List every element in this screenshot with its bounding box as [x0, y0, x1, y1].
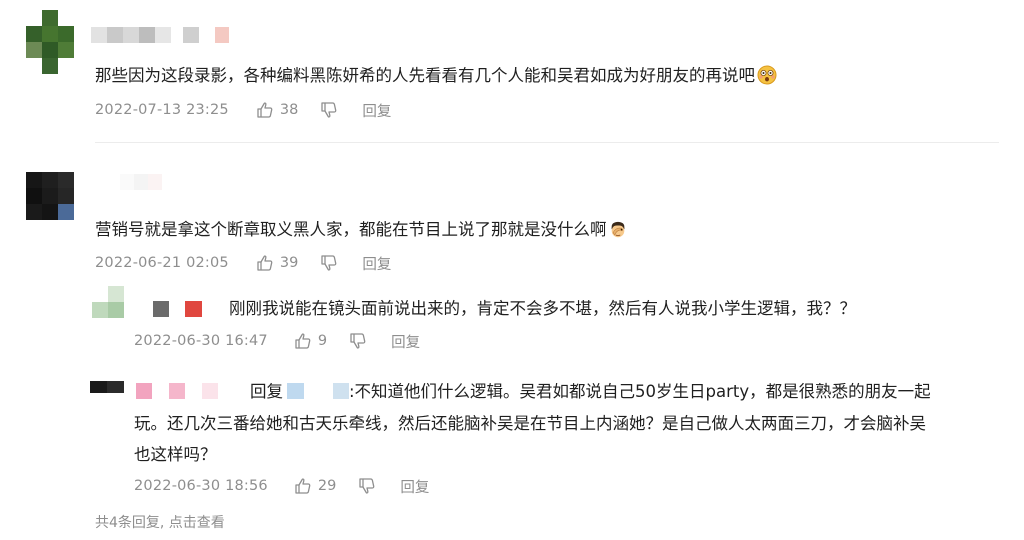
comment-text: 营销号就是拿这个断章取义黑人家，都能在节目上说了那就是没什么啊: [95, 214, 627, 250]
reply-button[interactable]: 回复: [400, 476, 429, 497]
thumbs-up-icon: [294, 477, 312, 495]
view-more-replies-link[interactable]: 共4条回复, 点击查看: [95, 512, 225, 532]
thumbs-down-icon: [320, 101, 338, 119]
reply-text-line: 玩。还几次三番给她和古天乐牵线，然后还能脑补吴是在节目上内涵她？是自己做人太两面…: [134, 414, 926, 433]
reply-text-line: 也这样吗？: [134, 445, 217, 464]
like-count: 29: [317, 478, 337, 494]
thumbs-down-icon: [358, 477, 376, 495]
comment-date: 2022-07-13 23:25: [95, 102, 229, 118]
thumbs-up-icon: [256, 254, 274, 272]
comment-text: 那些因为这段录影，各种编料黑陈妍希的人先看看有几个人能和吴君如成为好朋友的再说吧: [95, 60, 777, 96]
reply-username[interactable]: [153, 301, 202, 317]
avatar[interactable]: [26, 172, 74, 220]
reply-date: 2022-06-30 16:47: [134, 333, 268, 349]
like-button[interactable]: 38: [256, 101, 298, 119]
comment-divider: [95, 142, 999, 143]
reply-button[interactable]: 回复: [362, 100, 391, 121]
thumbs-down-icon: [349, 332, 367, 350]
reply-to-username-redacted[interactable]: [287, 383, 304, 399]
reply-button[interactable]: 回复: [391, 331, 420, 352]
thumbs-up-icon: [256, 101, 274, 119]
comment-meta: 2022-07-13 23:25 38 回复: [95, 100, 391, 120]
reply-text: 刚刚我说能在镜头面前说出来的，肯定不会多不堪，然后有人说我小学生逻辑，我？？: [229, 299, 856, 318]
like-button[interactable]: 9: [294, 332, 327, 350]
like-button[interactable]: 29: [294, 477, 336, 495]
dislike-button[interactable]: [320, 254, 338, 272]
like-count: 39: [279, 255, 299, 271]
like-button[interactable]: 39: [256, 254, 298, 272]
dislike-button[interactable]: [349, 332, 367, 350]
facepalm-emoji-icon: [609, 218, 627, 250]
comment-date: 2022-06-21 02:05: [95, 255, 229, 271]
avatar[interactable]: [26, 10, 74, 74]
reply-avatar[interactable]: [90, 381, 124, 405]
reply-meta: 2022-06-30 18:56 29 回复: [134, 476, 429, 496]
dislike-button[interactable]: [358, 477, 376, 495]
like-count: 38: [279, 102, 299, 118]
dislike-button[interactable]: [320, 101, 338, 119]
thumbs-down-icon: [320, 254, 338, 272]
reply-meta: 2022-06-30 16:47 9 回复: [134, 331, 420, 351]
reply-avatar[interactable]: [92, 286, 124, 318]
reply-text: 回复:不知道他们什么逻辑。吴君如都说自己50岁生日party，都是很熟悉的朋友一…: [250, 382, 931, 401]
reply-date: 2022-06-30 18:56: [134, 478, 268, 494]
username[interactable]: [120, 174, 162, 190]
reply-username[interactable]: [136, 383, 218, 399]
thumbs-up-icon: [294, 332, 312, 350]
reply-to-prefix: 回复: [250, 382, 283, 401]
username[interactable]: [91, 27, 229, 43]
astonished-face-emoji-icon: [757, 64, 777, 96]
reply-button[interactable]: 回复: [362, 253, 391, 274]
like-count: 9: [317, 333, 328, 349]
comment-meta: 2022-06-21 02:05 39 回复: [95, 253, 391, 273]
